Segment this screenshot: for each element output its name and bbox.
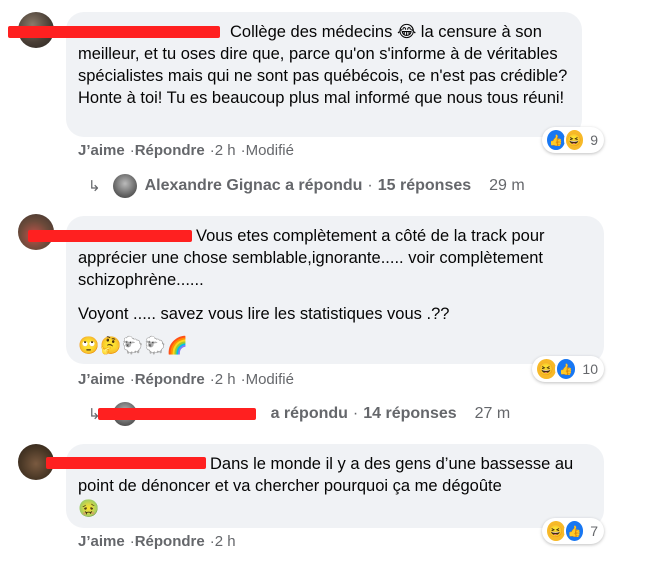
view-replies-link[interactable]: ↳ Alexandre Gignac a répondu · 15 réponses… (88, 174, 525, 198)
edited-label: Modifié (245, 142, 294, 159)
nauseated-emoji-icon: 🤢 (78, 499, 100, 519)
reply-count: 14 réponses (363, 405, 457, 422)
reply-count: 15 réponses (377, 177, 472, 194)
mention-link[interactable]: Collège des médecins (230, 23, 392, 41)
reply-button[interactable]: Répondre (135, 142, 205, 159)
timestamp[interactable]: 2 h (215, 371, 236, 388)
reply-button[interactable]: Répondre (135, 533, 205, 550)
reaction-summary[interactable]: 😆 👍 10 (532, 356, 604, 382)
reply-time: 27 m (474, 405, 511, 422)
like-reaction-icon: 👍 (563, 519, 586, 543)
timestamp[interactable]: 2 h (215, 533, 236, 550)
reaction-count: 10 (582, 361, 598, 377)
redaction-bar (46, 457, 206, 469)
redaction-bar (8, 26, 220, 38)
reply-button[interactable]: Répondre (135, 371, 205, 388)
replier-name: Alexandre Gignac (144, 177, 281, 194)
comment-actions: J’aime ·Répondre ·2 h ·Modifié (78, 142, 294, 159)
reaction-summary[interactable]: 😆 👍 7 (542, 518, 604, 544)
like-reaction-icon: 👍 (554, 357, 578, 381)
comment-actions: J’aime ·Répondre ·2 h (78, 533, 236, 550)
timestamp[interactable]: 2 h (215, 142, 236, 159)
like-button[interactable]: J’aime (78, 371, 125, 388)
reaction-summary[interactable]: 👍 😆 9 (542, 127, 604, 153)
comment-text-2: Voyont ..... savez vous lire les statist… (78, 305, 450, 323)
redaction-bar (98, 408, 256, 420)
reaction-count: 9 (590, 132, 598, 148)
emoji-line: 🙄🤔🐑🐑🌈 (78, 336, 189, 356)
reply-arrow-icon: ↳ (88, 178, 101, 195)
laughing-emoji-icon: 😂 (396, 22, 417, 41)
replier-avatar (112, 174, 137, 198)
like-button[interactable]: J’aime (78, 533, 125, 550)
redaction-bar (28, 230, 192, 242)
edited-label: Modifié (245, 371, 294, 388)
reply-time: 29 m (489, 177, 525, 194)
comment-actions: J’aime ·Répondre ·2 h ·Modifié (78, 371, 294, 388)
reaction-count: 7 (590, 523, 598, 539)
haha-reaction-icon: 😆 (563, 128, 586, 152)
like-button[interactable]: J’aime (78, 142, 125, 159)
